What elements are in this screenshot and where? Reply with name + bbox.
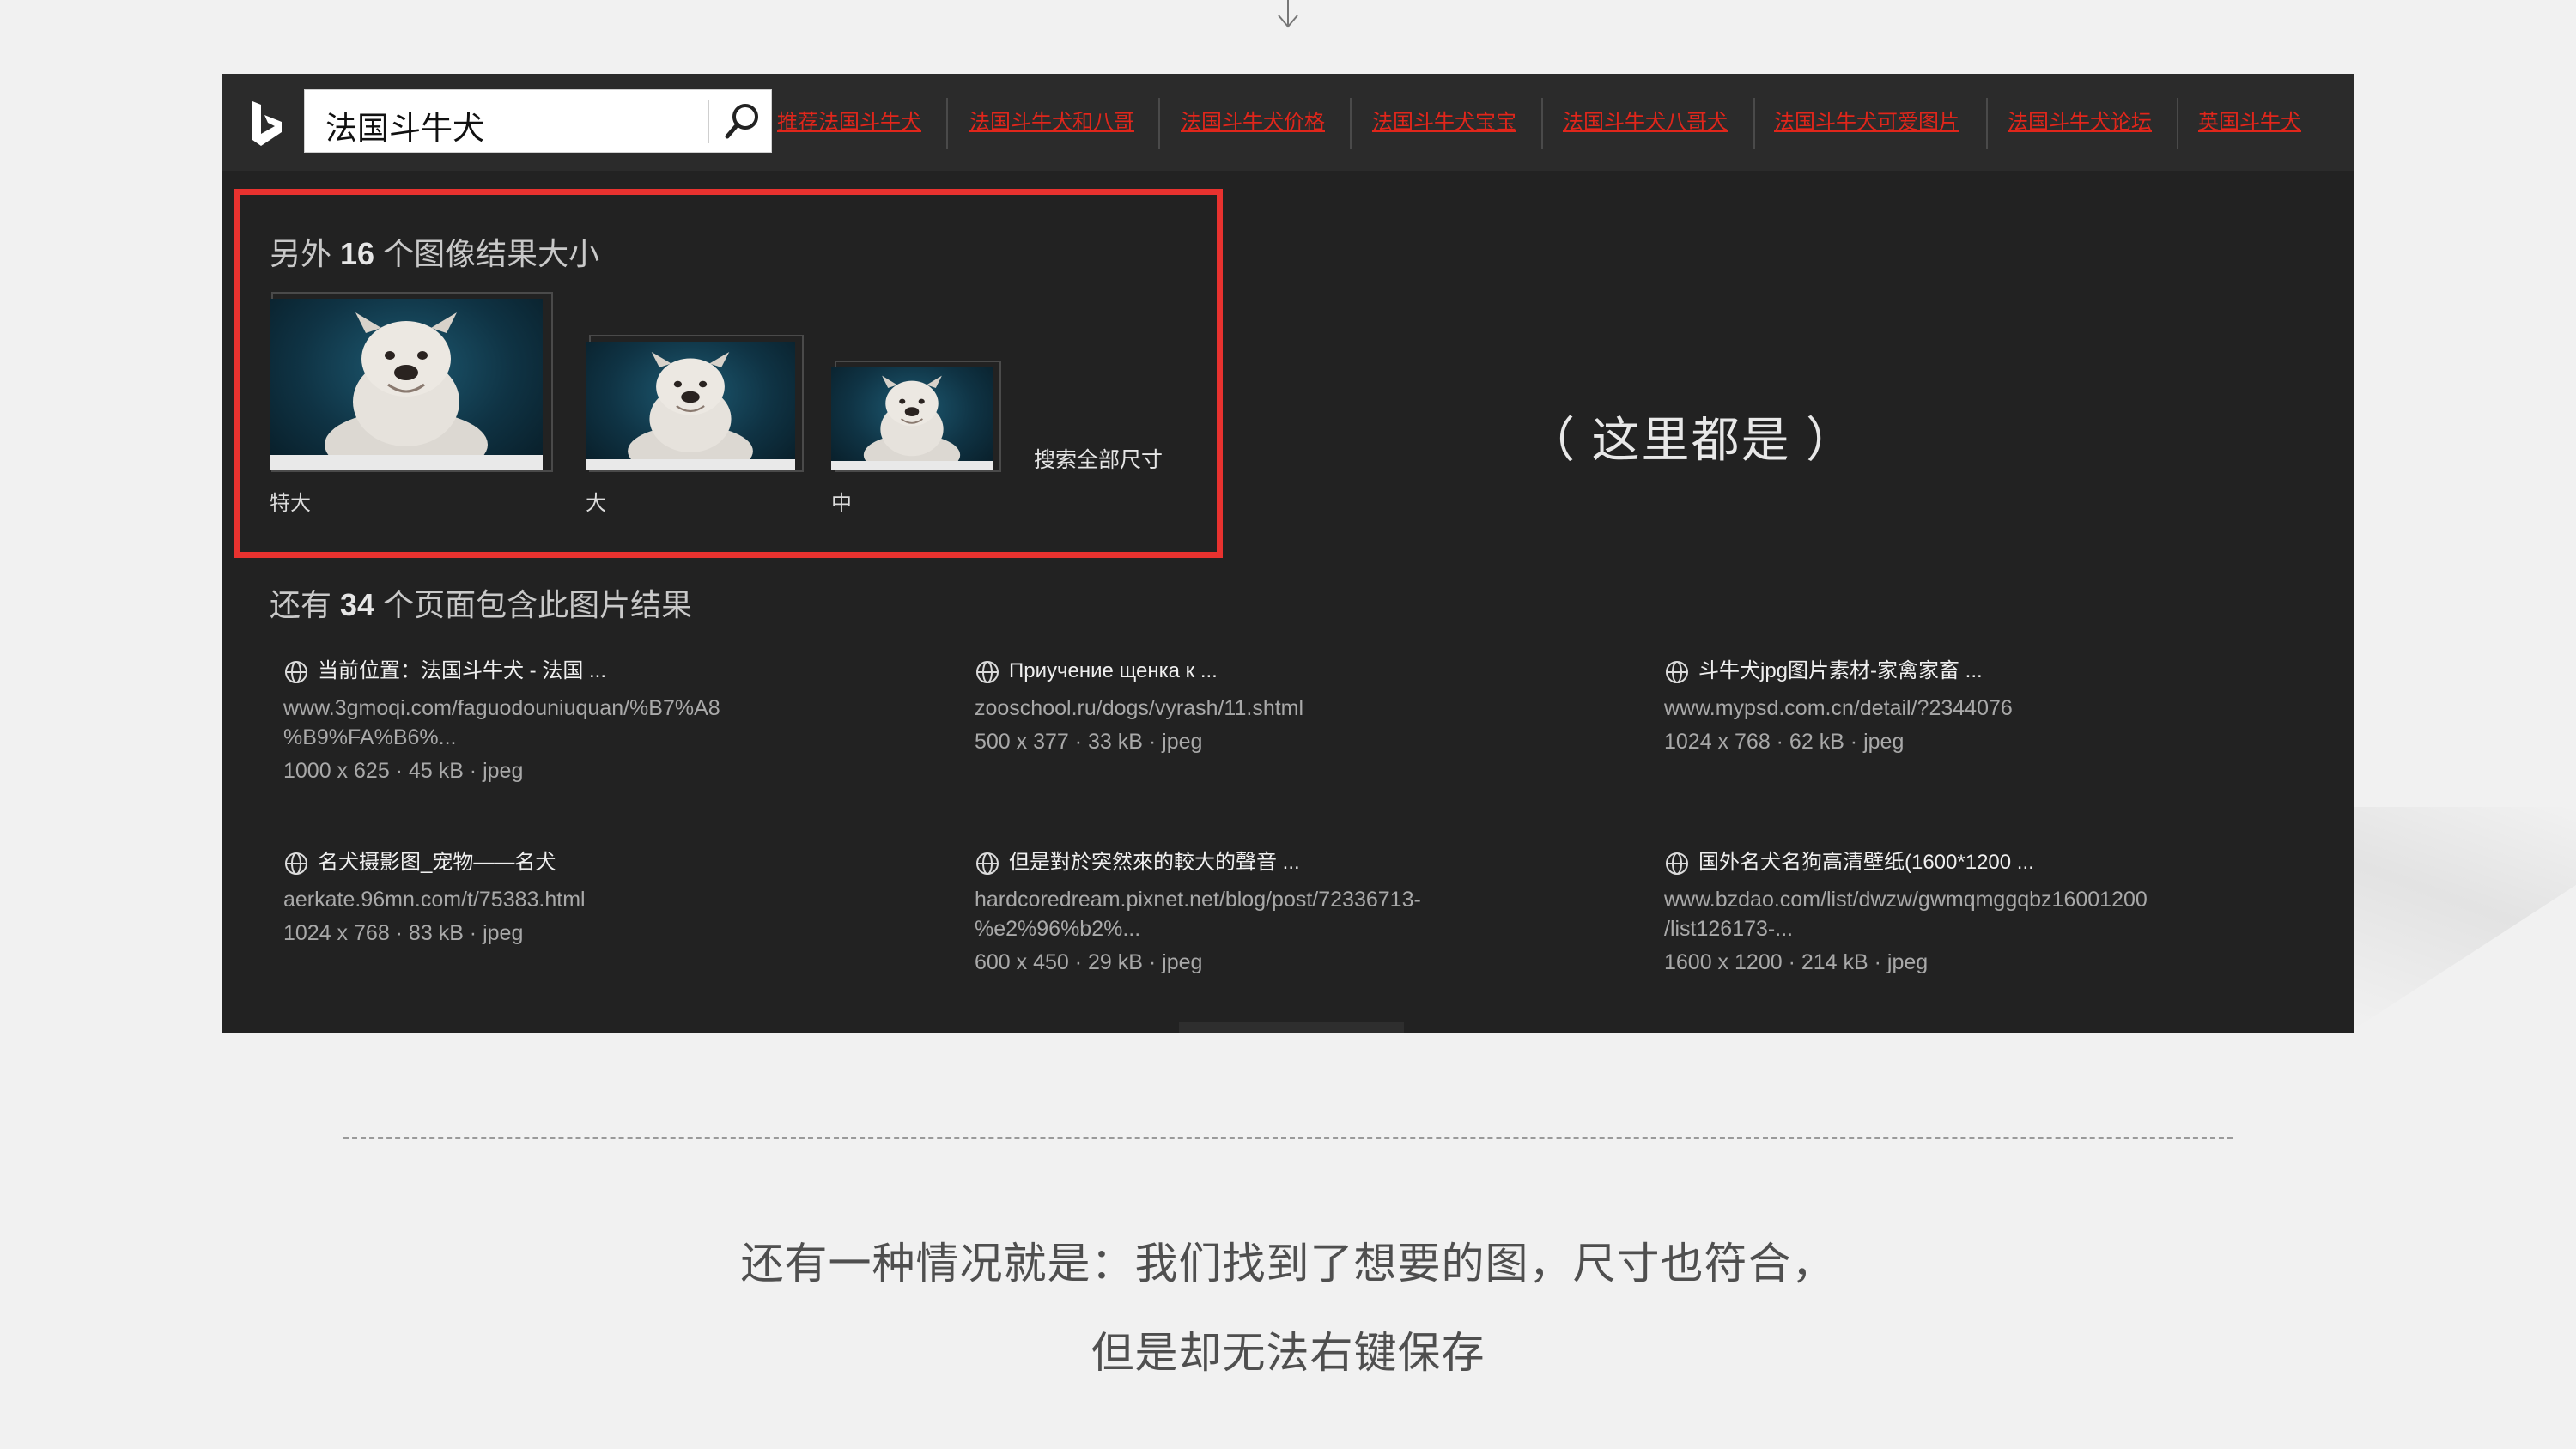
sizes-section-title: 另外 16 个图像结果大小	[270, 229, 599, 274]
globe-icon	[285, 852, 307, 875]
result-item[interactable]: 当前位置：法国斗牛犬 - 法国 ... www.3gmoqi.com/faguo…	[283, 654, 953, 786]
related-search-link[interactable]: 法国斗牛犬和八哥	[969, 105, 1134, 135]
result-item[interactable]: Приучение щенка к ... zooschool.ru/dogs/…	[975, 654, 1644, 757]
result-url-line[interactable]: hardcoredream.pixnet.net/blog/post/72336…	[975, 885, 1644, 914]
result-item[interactable]: 国外名犬名狗高清壁纸(1600*1200 ... www.bzdao.com/l…	[1664, 846, 2334, 978]
related-search-link[interactable]: 英国斗牛犬	[2198, 105, 2301, 135]
separator	[946, 98, 948, 149]
globe-icon	[976, 852, 999, 875]
result-url-line[interactable]: %e2%96%b2%...	[975, 914, 1644, 943]
search-input[interactable]: 法国斗牛犬	[325, 102, 484, 149]
image-caption-bar	[586, 458, 795, 470]
bulldog-illustration	[863, 375, 961, 470]
scrollbar-thumb[interactable]	[1179, 1022, 1404, 1033]
related-search-link[interactable]: 法国斗牛犬价格	[1181, 105, 1325, 135]
result-title-text[interactable]: Приучение щенка к ...	[1009, 659, 1218, 682]
result-url[interactable]: www.mypsd.com.cn/detail/?2344076	[1664, 694, 2334, 723]
result-title-text[interactable]: 但是對於突然來的較大的聲音 ...	[1009, 851, 1300, 874]
result-url[interactable]: www.3gmoqi.com/faguodouniuquan/%B7%A8 %B…	[283, 694, 953, 752]
globe-icon	[976, 661, 999, 683]
related-search-link[interactable]: 法国斗牛犬论坛	[2008, 105, 2152, 135]
separator	[1158, 98, 1160, 149]
result-url[interactable]: zooschool.ru/dogs/vyrash/11.shtml	[975, 694, 1644, 723]
result-url-line[interactable]: aerkate.96mn.com/t/75383.html	[283, 885, 953, 914]
pages-section-title: 还有 34 个页面包含此图片结果	[270, 580, 692, 625]
separator	[1753, 98, 1755, 149]
result-meta: 1024 x 768 · 83 kB · jpeg	[283, 921, 524, 945]
result-title[interactable]: 斗牛犬jpg图片素材-家禽家畜 ...	[1664, 654, 2334, 688]
dog-image[interactable]	[586, 342, 795, 470]
search-header: 法国斗牛犬 推荐法国斗牛犬 法国斗牛犬和八哥 法国斗牛犬价格 法国斗牛犬宝宝 法…	[222, 74, 2354, 171]
result-title-text[interactable]: 当前位置：法国斗牛犬 - 法国 ...	[318, 659, 606, 682]
result-meta: 500 x 377 · 33 kB · jpeg	[975, 730, 1203, 754]
page-count: 34	[340, 587, 375, 622]
related-search-link[interactable]: 推荐法国斗牛犬	[777, 105, 921, 135]
down-arrow-icon	[1278, 0, 1298, 28]
result-title-text[interactable]: 斗牛犬jpg图片素材-家禽家畜 ...	[1698, 659, 1983, 682]
result-url[interactable]: www.bzdao.com/list/dwzw/gwmqmggqbz160012…	[1664, 885, 2334, 943]
related-search-link[interactable]: 法国斗牛犬八哥犬	[1563, 105, 1728, 135]
dog-image[interactable]	[270, 299, 543, 470]
result-title[interactable]: 名犬摄影图_宠物——名犬	[283, 846, 953, 880]
annotation-text: （ 这里都是 ）	[1527, 413, 1856, 467]
image-caption-bar	[270, 455, 543, 470]
result-url-line[interactable]: zooschool.ru/dogs/vyrash/11.shtml	[975, 694, 1644, 723]
bulldog-illustration	[325, 312, 488, 470]
separator	[2177, 98, 2178, 149]
thumbnail-label[interactable]: 大	[586, 486, 606, 516]
result-url-line[interactable]: %B9%FA%B6%...	[283, 723, 953, 752]
result-url-line[interactable]: www.3gmoqi.com/faguodouniuquan/%B7%A8	[283, 694, 953, 723]
result-url[interactable]: aerkate.96mn.com/t/75383.html	[283, 885, 953, 914]
separator	[1350, 98, 1352, 149]
related-search-link[interactable]: 法国斗牛犬宝宝	[1372, 105, 1516, 135]
result-item[interactable]: 但是對於突然來的較大的聲音 ... hardcoredream.pixnet.n…	[975, 846, 1644, 978]
result-title-text[interactable]: 名犬摄影图_宠物——名犬	[318, 851, 556, 874]
caption-line-2: 但是却无法右键保存	[1091, 1329, 1485, 1377]
result-url-line[interactable]: www.mypsd.com.cn/detail/?2344076	[1664, 694, 2334, 723]
result-title[interactable]: 当前位置：法国斗牛犬 - 法国 ...	[283, 654, 953, 688]
bulldog-illustration	[628, 352, 753, 470]
globe-icon	[1666, 852, 1688, 875]
result-url[interactable]: hardcoredream.pixnet.net/blog/post/72336…	[975, 885, 1644, 943]
globe-icon	[1666, 661, 1688, 683]
size-count: 16	[340, 236, 375, 271]
search-icon[interactable]	[715, 95, 769, 149]
result-meta: 600 x 450 · 29 kB · jpeg	[975, 950, 1203, 974]
result-meta: 1024 x 768 · 62 kB · jpeg	[1664, 730, 1905, 754]
search-results-panel: 法国斗牛犬 推荐法国斗牛犬 法国斗牛犬和八哥 法国斗牛犬价格 法国斗牛犬宝宝 法…	[222, 74, 2354, 1033]
title-prefix: 另外	[270, 236, 332, 271]
related-search-link[interactable]: 法国斗牛犬可爱图片	[1774, 105, 1959, 135]
result-title[interactable]: 但是對於突然來的較大的聲音 ...	[975, 846, 1644, 880]
dog-image[interactable]	[831, 367, 993, 470]
image-caption-bar	[831, 461, 993, 470]
result-item[interactable]: 名犬摄影图_宠物——名犬 aerkate.96mn.com/t/75383.ht…	[283, 846, 953, 949]
bing-logo-icon[interactable]	[249, 100, 285, 148]
result-meta: 1600 x 1200 · 214 kB · jpeg	[1664, 950, 1929, 974]
thumbnail-label[interactable]: 中	[831, 486, 852, 516]
search-divider	[708, 100, 709, 143]
dashed-divider	[343, 1137, 2233, 1139]
globe-icon	[285, 661, 307, 683]
result-title[interactable]: 国外名犬名狗高清壁纸(1600*1200 ...	[1664, 846, 2334, 880]
caption-line-1: 还有一种情况就是：我们找到了想要的图，尺寸也符合，	[740, 1240, 1836, 1288]
title-prefix: 还有	[270, 587, 332, 622]
title-suffix: 个图像结果大小	[383, 236, 600, 271]
result-title-text[interactable]: 国外名犬名狗高清壁纸(1600*1200 ...	[1698, 851, 2034, 874]
decorative-shadow	[2353, 807, 2576, 1030]
search-all-sizes-link[interactable]: 搜索全部尺寸	[1034, 443, 1163, 474]
result-url-line[interactable]: /list126173-...	[1664, 914, 2334, 943]
result-title[interactable]: Приучение щенка к ...	[975, 654, 1644, 688]
separator	[1986, 98, 1988, 149]
result-item[interactable]: 斗牛犬jpg图片素材-家禽家畜 ... www.mypsd.com.cn/det…	[1664, 654, 2334, 757]
title-suffix: 个页面包含此图片结果	[383, 587, 693, 622]
result-meta: 1000 x 625 · 45 kB · jpeg	[283, 759, 524, 783]
search-box[interactable]: 法国斗牛犬	[304, 89, 772, 153]
thumbnail-label[interactable]: 特大	[270, 486, 311, 516]
result-url-line[interactable]: www.bzdao.com/list/dwzw/gwmqmggqbz160012…	[1664, 885, 2334, 914]
separator	[1541, 98, 1543, 149]
